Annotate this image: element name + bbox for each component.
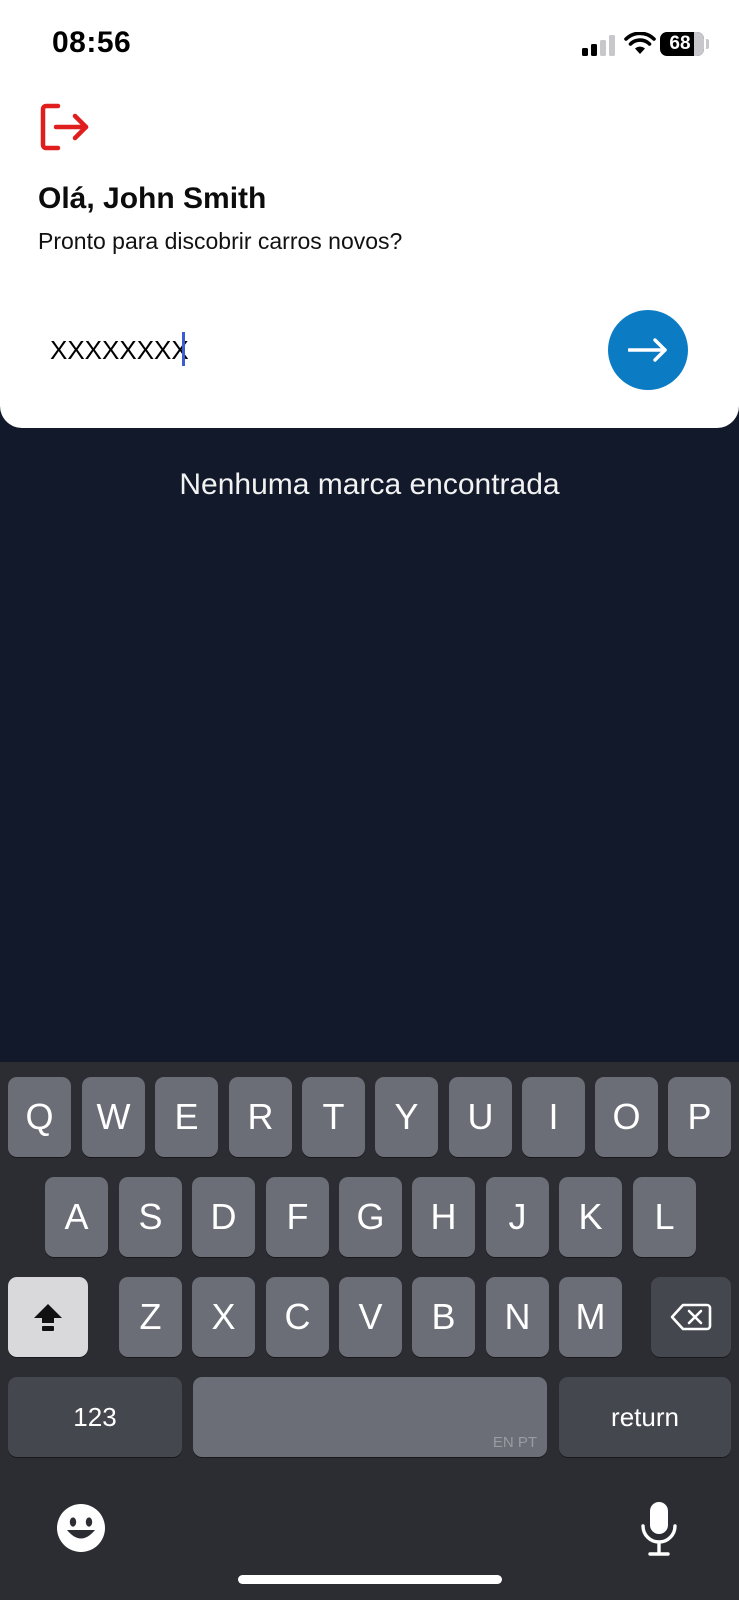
shift-icon <box>34 1304 62 1331</box>
key-x[interactable]: X <box>192 1277 255 1357</box>
key-q[interactable]: Q <box>8 1077 71 1157</box>
key-c[interactable]: C <box>266 1277 329 1357</box>
status-time: 08:56 <box>52 26 132 59</box>
greeting-subtitle: Pronto para discobrir carros novos? <box>38 228 403 254</box>
key-o[interactable]: O <box>595 1077 658 1157</box>
shift-key[interactable] <box>8 1277 88 1357</box>
wifi-icon <box>624 32 656 54</box>
battery-icon: 68 <box>660 32 704 56</box>
battery-cap <box>706 39 709 49</box>
return-key[interactable]: return <box>559 1377 731 1457</box>
header-card: 08:56 68 Olá, John Smith Pronto para dis… <box>0 0 739 428</box>
battery-empty-level <box>694 32 704 56</box>
key-z[interactable]: Z <box>119 1277 182 1357</box>
key-l[interactable]: L <box>633 1177 696 1257</box>
key-m[interactable]: M <box>559 1277 622 1357</box>
search-input[interactable] <box>38 318 602 382</box>
greeting-title: Olá, John Smith <box>38 182 267 215</box>
backspace-key[interactable] <box>651 1277 731 1357</box>
key-i[interactable]: I <box>522 1077 585 1157</box>
arrow-right-icon <box>628 338 667 362</box>
key-y[interactable]: Y <box>375 1077 438 1157</box>
dictation-button[interactable] <box>639 1500 679 1558</box>
space-key[interactable]: EN PT <box>193 1377 547 1457</box>
status-bar: 08:56 68 <box>0 0 739 90</box>
emoji-button[interactable] <box>55 1502 107 1554</box>
backspace-icon <box>670 1303 712 1331</box>
key-u[interactable]: U <box>449 1077 512 1157</box>
home-indicator <box>238 1575 502 1584</box>
key-d[interactable]: D <box>192 1177 255 1257</box>
key-k[interactable]: K <box>559 1177 622 1257</box>
submit-search-button[interactable] <box>608 310 688 390</box>
key-b[interactable]: B <box>412 1277 475 1357</box>
key-a[interactable]: A <box>45 1177 108 1257</box>
key-e[interactable]: E <box>155 1077 218 1157</box>
battery-level: 68 <box>669 33 691 54</box>
key-j[interactable]: J <box>486 1177 549 1257</box>
empty-state-message: Nenhuma marca encontrada <box>179 468 560 501</box>
microphone-icon <box>641 1502 677 1556</box>
key-n[interactable]: N <box>486 1277 549 1357</box>
space-language-label: EN PT <box>492 1434 537 1451</box>
logout-button[interactable] <box>38 100 94 156</box>
key-t[interactable]: T <box>302 1077 365 1157</box>
logout-icon <box>40 103 89 151</box>
key-s[interactable]: S <box>119 1177 182 1257</box>
emoji-icon <box>57 1504 105 1552</box>
key-f[interactable]: F <box>266 1177 329 1257</box>
key-v[interactable]: V <box>339 1277 402 1357</box>
text-caret <box>182 332 185 366</box>
key-h[interactable]: H <box>412 1177 475 1257</box>
key-p[interactable]: P <box>668 1077 731 1157</box>
key-g[interactable]: G <box>339 1177 402 1257</box>
cellular-signal-icon <box>582 34 618 56</box>
numbers-key[interactable]: 123 <box>8 1377 182 1457</box>
key-w[interactable]: W <box>82 1077 145 1157</box>
key-r[interactable]: R <box>229 1077 292 1157</box>
